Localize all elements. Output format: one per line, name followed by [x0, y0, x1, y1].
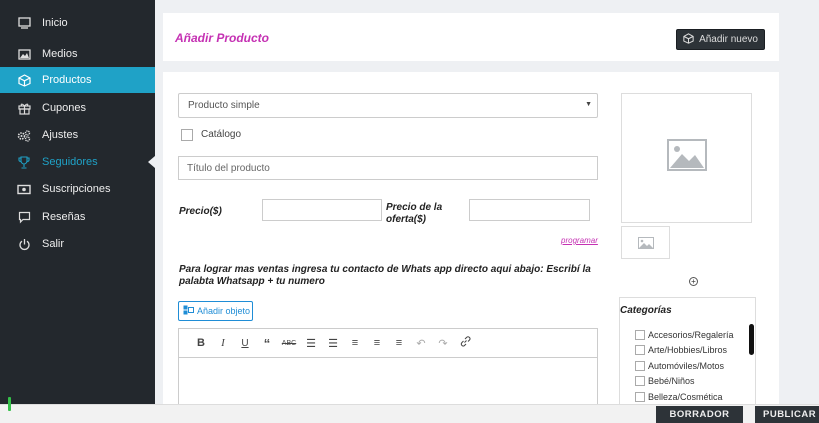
- category-checkbox[interactable]: [635, 360, 645, 371]
- comment-icon: [17, 210, 31, 224]
- cube-icon: [17, 73, 31, 87]
- sidebar-item-label: Reseñas: [42, 211, 86, 223]
- category-item[interactable]: Arte/Hobbies/Libros: [635, 344, 734, 357]
- sidebar-item-label: Seguidores: [42, 156, 98, 168]
- category-label: Belleza/Cosmética: [648, 391, 723, 402]
- bold-icon[interactable]: B: [190, 337, 212, 349]
- publish-button[interactable]: PUBLICAR: [755, 406, 819, 423]
- category-label: Bebé/Niños: [648, 376, 695, 386]
- sidebar-item-medios[interactable]: Medios: [0, 41, 155, 67]
- image-placeholder-icon: [667, 139, 707, 171]
- underline-icon[interactable]: U: [234, 338, 256, 349]
- sidebar-item-label: Salir: [42, 238, 65, 250]
- sidebar-item-productos[interactable]: Productos: [0, 67, 155, 93]
- price-label: Precio($): [179, 206, 222, 217]
- image-icon: [17, 47, 31, 61]
- link-icon[interactable]: [454, 336, 476, 350]
- draft-button[interactable]: BORRADOR: [656, 406, 743, 423]
- category-checkbox[interactable]: [635, 345, 645, 355]
- bulleted-list-icon[interactable]: ☰: [300, 337, 322, 350]
- schedule-link[interactable]: programar: [561, 236, 598, 245]
- category-item[interactable]: Belleza/Cosmética: [635, 390, 734, 403]
- redo-icon[interactable]: ↷: [432, 337, 454, 350]
- power-icon: [17, 237, 31, 251]
- sidebar-item-inicio[interactable]: Inicio: [0, 10, 155, 36]
- whatsapp-note: Para lograr mas ventas ingresa tu contac…: [179, 264, 591, 287]
- category-checkbox[interactable]: [635, 329, 645, 340]
- add-object-button[interactable]: Añadir objeto: [178, 301, 253, 321]
- product-form-card: Producto simple ▼ Catálogo Título del pr…: [163, 72, 779, 412]
- sidebar-item-salir[interactable]: Salir: [0, 231, 155, 257]
- sale-price-label: Precio de la oferta($): [386, 202, 443, 225]
- trophy-icon: [17, 155, 31, 169]
- category-label: Automóviles/Motos: [648, 360, 725, 371]
- cube-icon: [683, 32, 694, 47]
- quote-icon[interactable]: “: [256, 336, 278, 351]
- media-icon: [183, 305, 194, 317]
- category-checkbox[interactable]: [635, 376, 645, 386]
- product-title-input[interactable]: Título del producto: [178, 156, 598, 180]
- editor-toolbar: B I U “ ABC ☰ ☰ ≡ ≡ ≡ ↶ ↷: [179, 329, 597, 358]
- add-gallery-image-icon[interactable]: +: [689, 277, 698, 286]
- price-input[interactable]: [262, 199, 382, 221]
- add-new-button[interactable]: Añadir nuevo: [676, 29, 765, 50]
- gears-icon: [17, 128, 31, 142]
- page-title: Añadir Producto: [175, 31, 270, 45]
- category-checkbox[interactable]: [635, 391, 645, 402]
- sidebar-item-label: Ajustes: [42, 129, 79, 141]
- strikethrough-icon[interactable]: ABC: [278, 340, 300, 347]
- catalog-checkbox[interactable]: [181, 129, 193, 141]
- categories-scrollbar[interactable]: [749, 324, 754, 355]
- caret-down-icon: ▼: [585, 101, 592, 108]
- sidebar-item-seguidores[interactable]: Seguidores: [0, 149, 155, 175]
- align-right-icon[interactable]: ≡: [388, 337, 410, 349]
- sidebar-item-suscripciones[interactable]: Suscripciones: [0, 176, 155, 202]
- category-item[interactable]: Automóviles/Motos: [635, 359, 734, 372]
- category-item[interactable]: Accesorios/Regalería: [635, 328, 734, 341]
- categories-list: Accesorios/Regalería Arte/Hobbies/Libros…: [635, 328, 734, 406]
- category-item[interactable]: Bebé/Niños: [635, 375, 734, 388]
- sale-price-input[interactable]: [469, 199, 590, 221]
- money-icon: [17, 182, 31, 196]
- add-new-label: Añadir nuevo: [699, 34, 758, 45]
- active-pointer-arrow: [148, 156, 155, 168]
- sidebar-item-label: Cupones: [42, 102, 87, 114]
- sidebar-item-ajustes[interactable]: Ajustes: [0, 122, 155, 148]
- category-label: Accesorios/Regalería: [648, 329, 734, 340]
- catalog-label: Catálogo: [201, 129, 242, 140]
- gallery-thumbnail-box[interactable]: [621, 226, 670, 259]
- align-center-icon[interactable]: ≡: [366, 337, 388, 349]
- product-type-value: Producto simple: [188, 100, 260, 111]
- sidebar-item-label: Productos: [42, 74, 92, 86]
- sidebar-item-cupones[interactable]: Cupones: [0, 95, 155, 121]
- rich-text-editor[interactable]: B I U “ ABC ☰ ☰ ≡ ≡ ≡ ↶ ↷: [178, 328, 598, 412]
- sidebar: Inicio Medios Productos Cupones Ajustes …: [0, 0, 155, 404]
- product-type-select[interactable]: Producto simple ▼: [178, 93, 598, 118]
- undo-icon[interactable]: ↶: [410, 337, 432, 350]
- gift-icon: [17, 101, 31, 115]
- sidebar-item-label: Medios: [42, 48, 78, 60]
- add-object-label: Añadir objeto: [197, 306, 251, 316]
- category-label: Arte/Hobbies/Libros: [648, 345, 728, 355]
- status-indicator: [8, 397, 11, 411]
- sidebar-item-label: Suscripciones: [42, 183, 111, 195]
- numbered-list-icon[interactable]: ☰: [322, 337, 344, 350]
- featured-image-box[interactable]: [621, 93, 752, 223]
- monitor-icon: [17, 16, 31, 30]
- header-card: Añadir Producto Añadir nuevo: [163, 13, 779, 61]
- align-left-icon[interactable]: ≡: [344, 337, 366, 349]
- sidebar-item-resenas[interactable]: Reseñas: [0, 204, 155, 230]
- categories-title: Categorías: [620, 305, 672, 316]
- image-placeholder-icon: [638, 237, 654, 249]
- sidebar-item-label: Inicio: [42, 17, 68, 29]
- italic-icon[interactable]: I: [212, 337, 234, 349]
